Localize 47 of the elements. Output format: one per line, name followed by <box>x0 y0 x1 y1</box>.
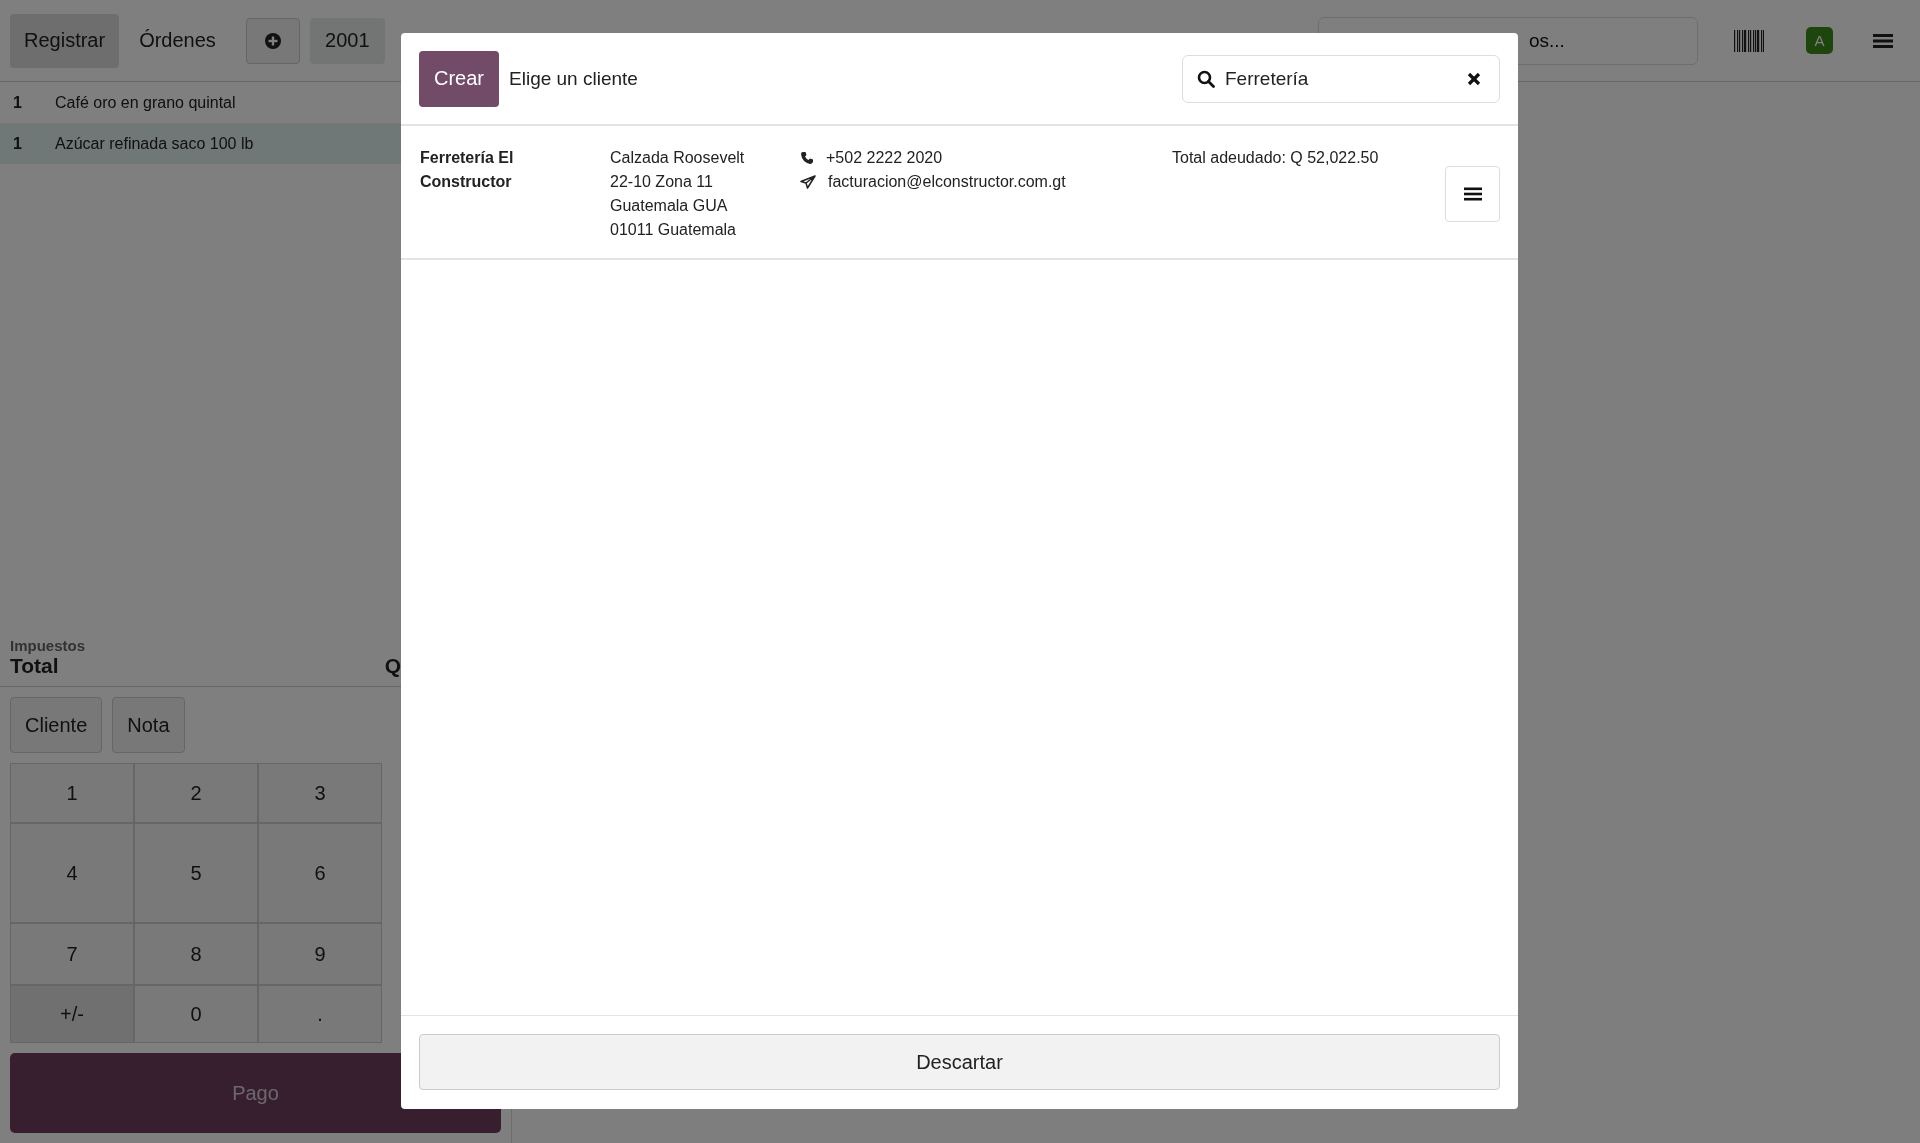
total-amount: Q <box>384 654 401 678</box>
nav-tab[interactable]: Órdenes <box>125 13 230 68</box>
order-number-button[interactable]: 2001 <box>309 17 385 64</box>
keypad-key[interactable]: 7 <box>10 923 134 985</box>
paper-plane-icon <box>800 175 816 189</box>
customer-menu-button[interactable] <box>1445 166 1500 222</box>
barcode-icon[interactable] <box>1734 29 1764 52</box>
keypad-key[interactable]: 1 <box>10 763 134 823</box>
address-line: 01011 Guatemala <box>610 220 737 240</box>
discard-button[interactable]: Descartar <box>419 1034 1500 1090</box>
keypad-key[interactable]: 5 <box>134 823 258 923</box>
address-line: 22-10 Zona 11 <box>610 172 714 192</box>
product-name: Café oro en grano quintal <box>55 93 236 112</box>
product-name: Azúcar refinada saco 100 lb <box>55 134 254 153</box>
action-button[interactable]: Cliente <box>10 697 103 753</box>
balance-text: Total adeudado: Q 52,022.50 <box>1172 148 1379 168</box>
close-icon[interactable] <box>1467 71 1481 86</box>
plus-circle-icon <box>263 31 282 50</box>
keypad-key[interactable]: . <box>258 985 382 1043</box>
quantity-text: 1 <box>13 93 23 112</box>
keypad-key[interactable]: 0 <box>134 985 258 1043</box>
quantity-text: 1 <box>13 134 23 153</box>
keypad-key[interactable]: 3 <box>258 763 382 823</box>
address-line: Calzada Roosevelt <box>610 148 746 168</box>
phone-icon <box>800 151 814 165</box>
keypad-key[interactable]: 9 <box>258 923 382 985</box>
total-label: Total <box>10 654 59 678</box>
menu-icon[interactable] <box>1873 32 1893 49</box>
search-field[interactable]: Ferretería <box>1182 54 1500 103</box>
keypad-key[interactable]: 6 <box>258 823 382 923</box>
nav-tab[interactable]: Registrar <box>10 13 120 68</box>
email-address: facturacion@elconstructor.com.gt <box>828 172 1066 192</box>
create-button[interactable]: Crear <box>419 50 499 107</box>
keypad-key[interactable]: +/- <box>10 985 134 1043</box>
search-value: Ferretería <box>1225 67 1310 90</box>
keypad-key[interactable]: 2 <box>134 763 258 823</box>
taxes-label: Impuestos <box>10 637 86 654</box>
keypad-key[interactable]: 8 <box>134 923 258 985</box>
address-line: Guatemala GUA <box>610 196 729 216</box>
phone-number: +502 2222 2020 <box>826 148 943 168</box>
action-button[interactable]: Nota <box>112 697 185 753</box>
dialog-title: Elige un cliente <box>509 67 638 90</box>
search-icon <box>1197 69 1215 88</box>
keypad-key[interactable]: 4 <box>10 823 134 923</box>
menu-icon <box>1463 187 1482 201</box>
user-avatar[interactable]: A <box>1806 27 1833 54</box>
new-order-button[interactable] <box>245 17 300 64</box>
